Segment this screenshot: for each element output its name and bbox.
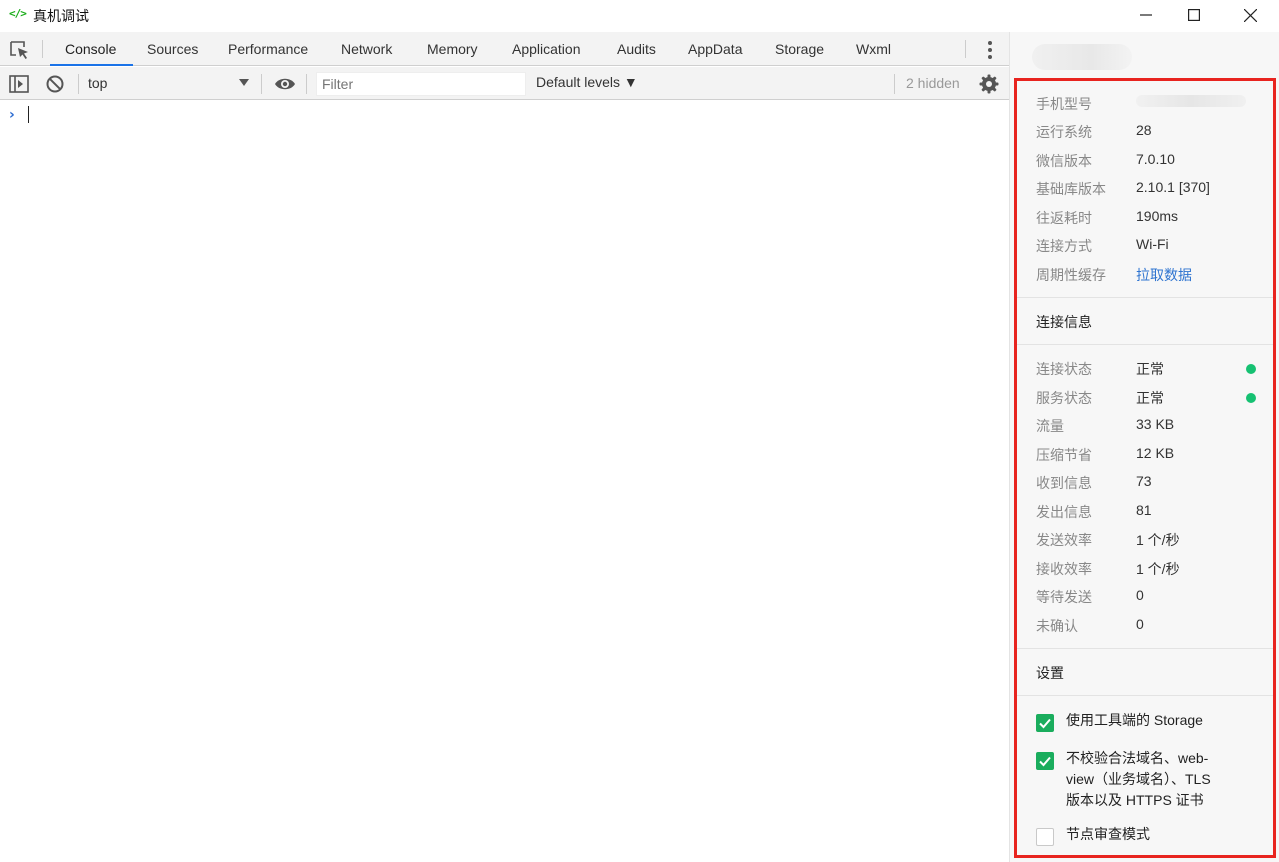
divider xyxy=(1017,344,1273,345)
tab-audits[interactable]: Audits xyxy=(617,32,656,66)
use-storage-checkbox[interactable] xyxy=(1036,714,1054,732)
code-icon: </> xyxy=(9,7,27,20)
checkmark-icon xyxy=(1039,756,1051,767)
active-tab-indicator xyxy=(50,64,133,66)
node-inspect-label[interactable]: 节点审查模式 xyxy=(1066,824,1150,845)
sidebar-toggle-icon[interactable] xyxy=(9,74,29,94)
eye-icon[interactable] xyxy=(274,74,295,94)
divider xyxy=(1017,297,1273,298)
maximize-button[interactable] xyxy=(1165,0,1223,30)
tab-application[interactable]: Application xyxy=(512,32,581,66)
chevron-down-icon[interactable] xyxy=(239,79,249,86)
close-icon xyxy=(1243,8,1257,22)
divider xyxy=(78,74,79,94)
divider xyxy=(1017,648,1273,649)
hidden-count: 2 hidden xyxy=(906,75,960,91)
device-name-redacted xyxy=(1032,44,1132,70)
log-levels-dropdown[interactable]: Default levels ▼ xyxy=(536,74,638,90)
maximize-icon xyxy=(1188,9,1200,21)
divider xyxy=(894,74,895,94)
clear-console-icon[interactable] xyxy=(45,74,65,94)
device-info-panel: 手机型号 运行系统 28 微信版本 7.0.10 基础库版本 2.10.1 [370]… xyxy=(1009,32,1279,862)
tab-network[interactable]: Network xyxy=(341,32,392,66)
minimize-icon xyxy=(1140,14,1152,16)
inspect-element-button[interactable] xyxy=(9,40,31,60)
title-bar: </> 真机调试 xyxy=(0,0,1279,30)
tab-performance[interactable]: Performance xyxy=(228,32,308,66)
checkmark-icon xyxy=(1039,718,1051,729)
skip-domain-check-checkbox[interactable] xyxy=(1036,752,1054,770)
divider xyxy=(42,40,43,58)
node-inspect-checkbox[interactable] xyxy=(1036,828,1054,846)
skip-domain-check-label[interactable]: 不校验合法域名、web- view（业务域名）、TLS 版本以及 HTTPS 证… xyxy=(1066,748,1211,811)
window-title: 真机调试 xyxy=(33,9,89,25)
fetch-data-link[interactable]: 拉取数据 xyxy=(1136,265,1192,285)
status-ok-indicator xyxy=(1246,364,1256,374)
divider xyxy=(965,40,966,58)
section-title-connection: 连接信息 xyxy=(1036,314,1092,330)
filter-input[interactable] xyxy=(316,72,526,96)
tab-console[interactable]: Console xyxy=(65,32,116,66)
tab-appdata[interactable]: AppData xyxy=(688,32,742,66)
more-options-icon[interactable] xyxy=(980,40,1000,60)
text-cursor xyxy=(28,106,29,123)
status-ok-indicator xyxy=(1246,393,1256,403)
console-prompt: › xyxy=(9,107,15,123)
section-title-settings: 设置 xyxy=(1036,665,1064,681)
console-output[interactable]: › xyxy=(0,101,1009,862)
close-button[interactable] xyxy=(1221,0,1279,30)
use-storage-label[interactable]: 使用工具端的 Storage xyxy=(1066,710,1203,731)
gear-icon[interactable] xyxy=(979,74,999,94)
console-toolbar: top Default levels ▼ 2 hidden xyxy=(0,67,1009,100)
inspect-cursor-icon xyxy=(10,41,28,59)
context-selector[interactable]: top xyxy=(88,75,107,91)
tab-storage[interactable]: Storage xyxy=(775,32,824,66)
tab-memory[interactable]: Memory xyxy=(427,32,478,66)
tab-wxml[interactable]: Wxml xyxy=(856,32,891,66)
divider xyxy=(261,74,262,94)
tab-sources[interactable]: Sources xyxy=(147,32,198,66)
devtools-panel: Console Sources Performance Network Memo… xyxy=(0,32,1009,862)
devtools-tab-bar: Console Sources Performance Network Memo… xyxy=(0,32,1009,66)
divider xyxy=(306,74,307,94)
phone-model-redacted xyxy=(1136,95,1246,107)
divider xyxy=(1017,695,1273,696)
